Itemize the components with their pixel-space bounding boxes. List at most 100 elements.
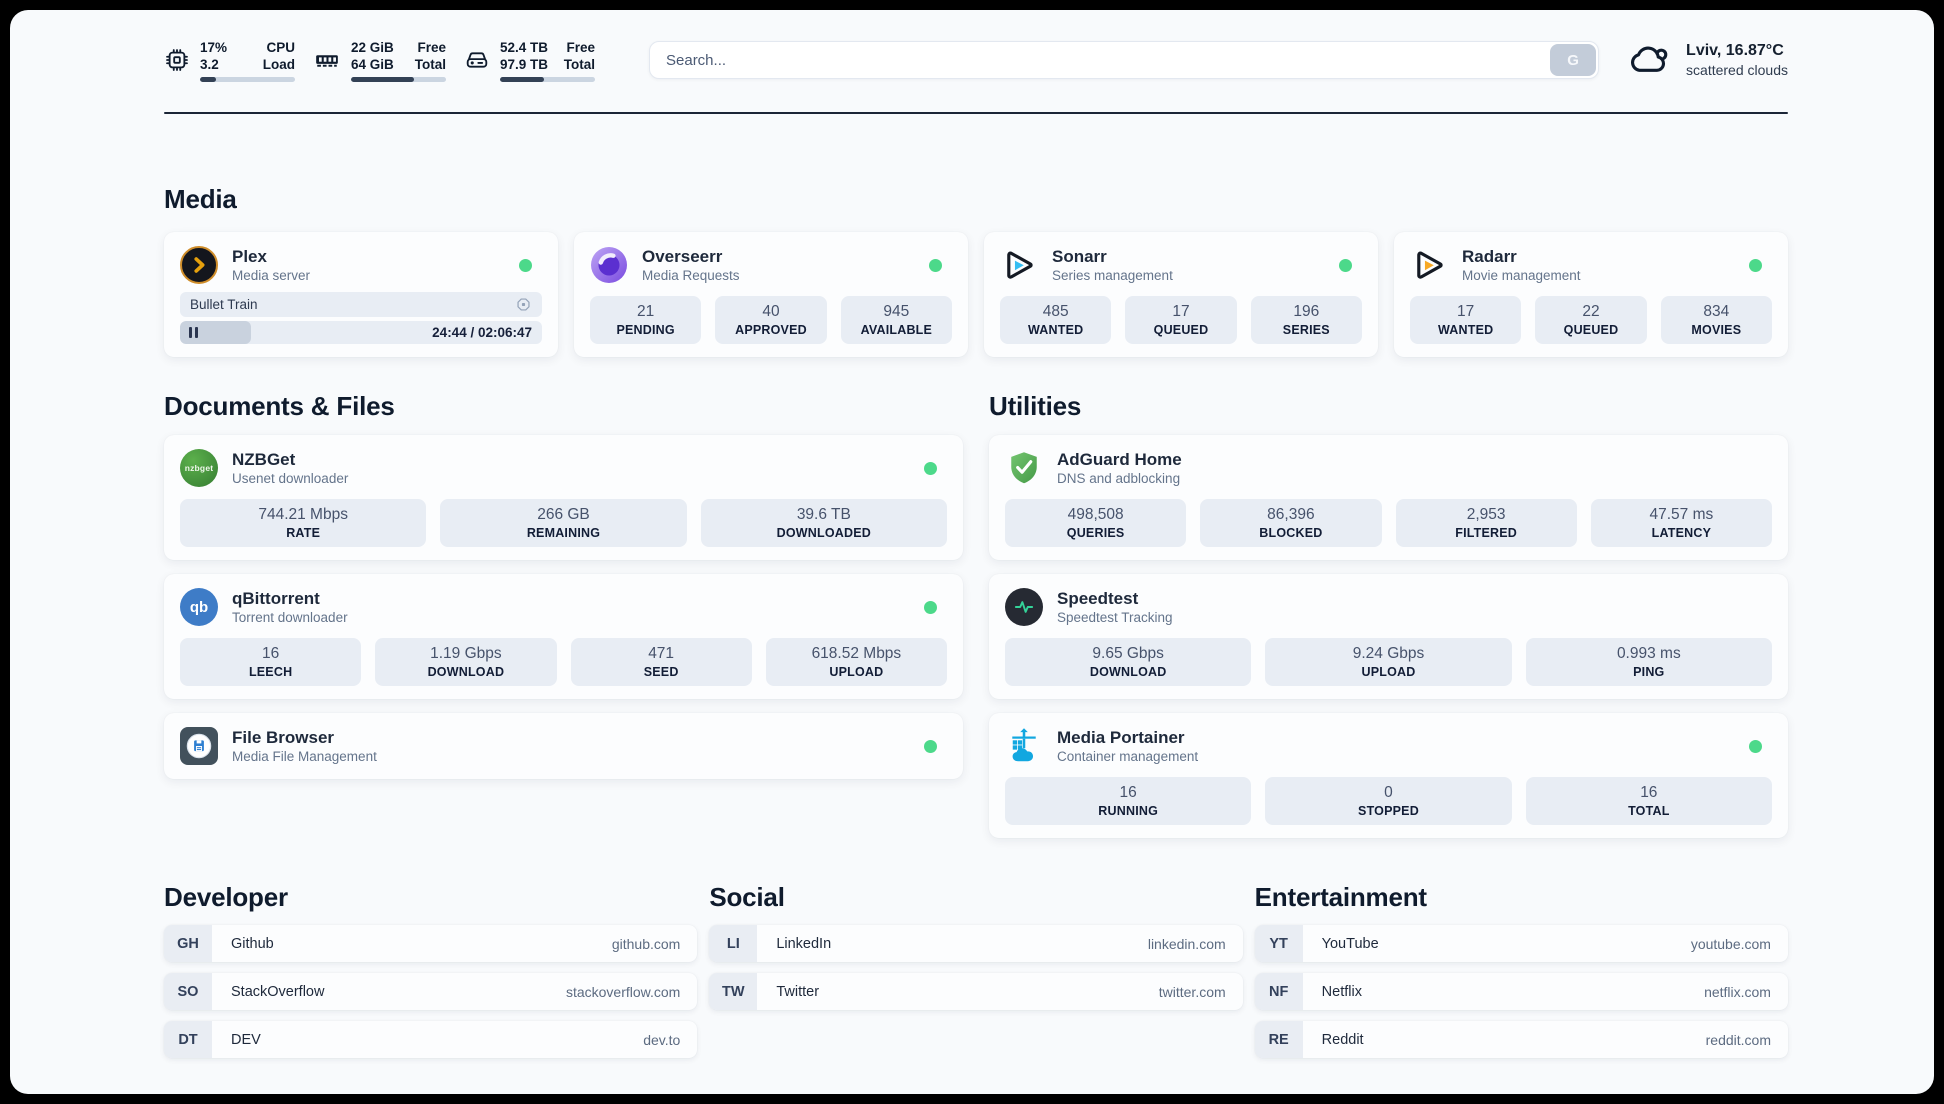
cpu-load-value: 3.2 (200, 56, 219, 72)
cpu-usage-value: 17% (200, 39, 228, 55)
bookmark-abbr: YT (1254, 925, 1303, 962)
stat-box: 16 TOTAL (1525, 777, 1772, 825)
stat-box: 196 SERIES (1250, 296, 1362, 344)
app-card-radarr[interactable]: Radarr Movie management 17 WANTED 22 QUE… (1394, 232, 1788, 357)
stat-box: 21 PENDING (590, 296, 702, 344)
status-dot (1749, 739, 1762, 753)
bookmark-dev[interactable]: DT DEV dev.to (164, 1021, 698, 1058)
memory-label-2: Total (414, 56, 446, 72)
bookmark-linkedin[interactable]: LI LinkedIn linkedin.com (709, 925, 1243, 962)
app-description: Media Requests (642, 268, 740, 283)
memory-label-1: Free (417, 39, 446, 55)
app-card-nzbget[interactable]: nzbget NZBGet Usenet downloader 744.21 M… (164, 435, 963, 560)
app-card-portainer[interactable]: Media Portainer Container management 16 … (989, 713, 1788, 838)
app-description: Torrent downloader (232, 610, 348, 625)
playback-time: 24:44 / 02:06:47 (432, 325, 532, 340)
app-card-plex[interactable]: Plex Media server Bullet Train 24:44 / 0… (164, 232, 558, 357)
overseerr-icon (590, 246, 628, 284)
media-grid: Plex Media server Bullet Train 24:44 / 0… (164, 232, 1788, 357)
screenshot-toggle-icon[interactable] (515, 296, 532, 313)
bookmark-youtube[interactable]: YT YouTube youtube.com (1254, 925, 1788, 962)
bookmark-url: netflix.com (1704, 983, 1771, 1000)
disk-total-value: 97.9 TB (500, 56, 549, 72)
app-card-filebrowser[interactable]: File Browser Media File Management (164, 713, 963, 779)
disk-free-value: 52.4 TB (500, 39, 549, 55)
disk-label-2: Total (563, 56, 595, 72)
bookmark-name: StackOverflow (231, 983, 325, 1000)
stat-box: 1.19 Gbps DOWNLOAD (375, 638, 557, 686)
app-card-overseerr[interactable]: Overseerr Media Requests 21 PENDING 40 A… (574, 232, 968, 357)
bookmark-twitter[interactable]: TW Twitter twitter.com (709, 973, 1243, 1010)
sonarr-icon (1000, 246, 1038, 284)
stat-box: 834 MOVIES (1660, 296, 1772, 344)
app-description: Container management (1057, 749, 1199, 764)
bookmark-name: Twitter (776, 983, 820, 1000)
bookmark-netflix[interactable]: NF Netflix netflix.com (1254, 973, 1788, 1010)
stat-box: 9.24 Gbps UPLOAD (1265, 638, 1512, 686)
app-description: Media server (232, 268, 311, 283)
documents-column: Documents & Files nzbget NZBGet Usenet d… (164, 391, 963, 838)
cpu-widget: 17% CPU 3.2 Load (164, 39, 295, 82)
section-title-developer: Developer (164, 882, 288, 912)
stat-box: 86,396 BLOCKED (1200, 499, 1382, 547)
bookmark-name: LinkedIn (776, 935, 832, 952)
app-name: Plex (232, 247, 267, 266)
status-dot (924, 461, 937, 475)
bookmark-name: DEV (231, 1031, 261, 1048)
app-card-qbittorrent[interactable]: qb qBittorrent Torrent downloader 16 LEE… (164, 574, 963, 699)
app-name: NZBGet (232, 450, 296, 469)
stat-box: 17 WANTED (1410, 296, 1522, 344)
stat-box: 39.6 TB DOWNLOADED (700, 499, 947, 547)
resource-widgets: 17% CPU 3.2 Load 22 GiB Free 64 GiB Tota… (164, 39, 613, 82)
section-title-social: Social (709, 882, 785, 912)
weather-widget: Lviv, 16.87°C scattered clouds (1627, 39, 1788, 82)
app-card-sonarr[interactable]: Sonarr Series management 485 WANTED 17 Q… (984, 232, 1378, 357)
search-input[interactable] (649, 41, 1600, 79)
plex-icon (180, 246, 218, 284)
section-title-entertainment: Entertainment (1254, 882, 1427, 912)
disk-icon (464, 47, 490, 73)
app-description: Usenet downloader (232, 471, 349, 486)
top-bar: 17% CPU 3.2 Load 22 GiB Free 64 GiB Tota… (164, 36, 1788, 84)
bookmark-reddit[interactable]: RE Reddit reddit.com (1254, 1021, 1788, 1058)
filebrowser-icon (180, 727, 218, 765)
app-name: Radarr (1462, 247, 1517, 266)
stat-box: 471 SEED (570, 638, 752, 686)
stat-box: 266 GB REMAINING (440, 499, 687, 547)
playback-progress-bar: 24:44 / 02:06:47 (180, 321, 542, 344)
qbittorrent-icon: qb (180, 588, 218, 626)
bookmark-abbr: LI (709, 925, 758, 962)
status-dot (1339, 258, 1352, 272)
app-name: Overseerr (642, 247, 723, 266)
weather-description: scattered clouds (1686, 62, 1788, 78)
radarr-icon (1410, 246, 1448, 284)
disk-progress-fill (500, 76, 544, 82)
cpu-icon (164, 47, 190, 73)
app-name: qBittorrent (232, 589, 320, 608)
bookmarks: Developer GH Github github.com SO StackO… (164, 882, 1788, 1069)
memory-free-value: 22 GiB (351, 39, 394, 55)
stat-box: 9.65 Gbps DOWNLOAD (1005, 638, 1252, 686)
app-card-adguard[interactable]: AdGuard Home DNS and adblocking 498,508 … (989, 435, 1788, 560)
bookmark-github[interactable]: GH Github github.com (164, 925, 698, 962)
section-title-utilities: Utilities (989, 391, 1082, 421)
bookmark-stackoverflow[interactable]: SO StackOverflow stackoverflow.com (164, 973, 698, 1010)
bookmark-name: Reddit (1321, 1031, 1364, 1048)
stat-box: 618.52 Mbps UPLOAD (765, 638, 947, 686)
bookmark-name: Github (231, 935, 274, 952)
stat-box: 22 QUEUED (1535, 296, 1647, 344)
app-description: Media File Management (232, 749, 377, 764)
cpu-label-2: Load (262, 56, 295, 72)
app-name: File Browser (232, 728, 335, 747)
pause-icon (189, 327, 198, 338)
search-provider-button[interactable]: G (1550, 44, 1597, 76)
app-description: Speedtest Tracking (1057, 610, 1173, 625)
stat-box: 945 AVAILABLE (840, 296, 952, 344)
app-name: Sonarr (1052, 247, 1107, 266)
dashboard: 17% CPU 3.2 Load 22 GiB Free 64 GiB Tota… (10, 10, 1934, 1094)
app-name: Speedtest (1057, 589, 1139, 608)
bookmark-abbr: SO (164, 973, 212, 1010)
app-name: AdGuard Home (1057, 450, 1182, 469)
app-card-speedtest[interactable]: Speedtest Speedtest Tracking 9.65 Gbps D… (989, 574, 1788, 699)
stat-box: 0.993 ms PING (1525, 638, 1772, 686)
